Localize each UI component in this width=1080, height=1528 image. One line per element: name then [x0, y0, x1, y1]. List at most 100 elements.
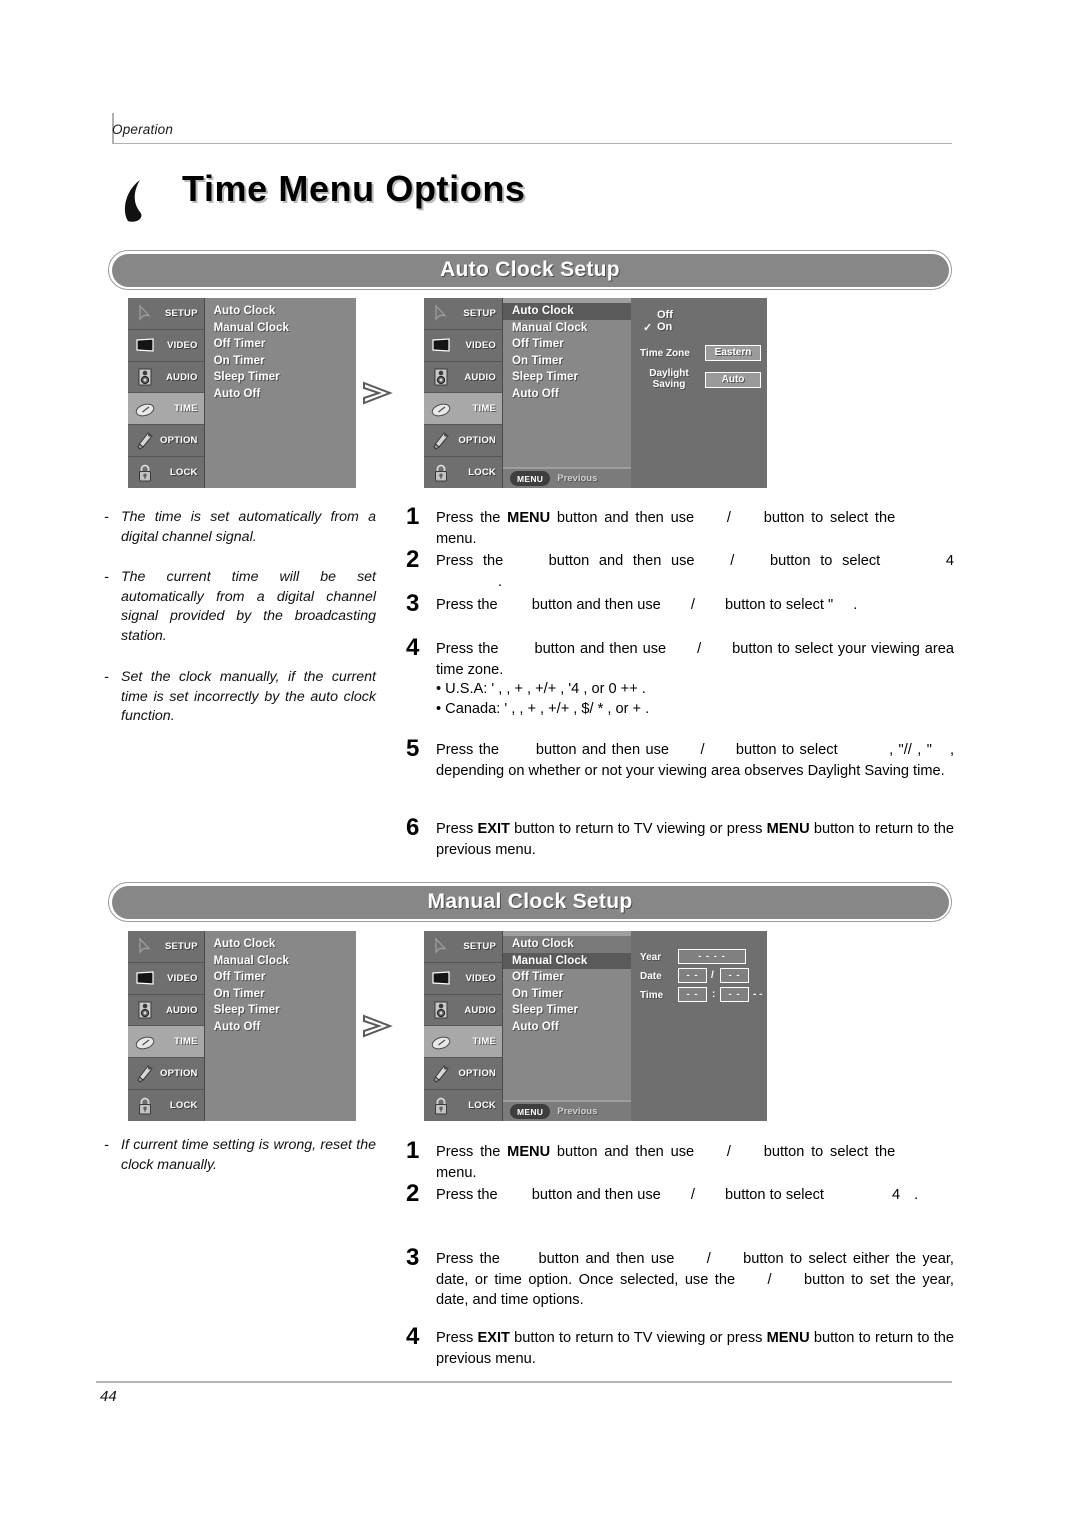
date-month-field[interactable]: - - — [678, 968, 707, 983]
osd-tab-lock[interactable]: LOCK — [128, 457, 204, 488]
osd-menu-item-on-timer[interactable]: On Timer — [503, 353, 631, 370]
osd-menu-item-auto-off[interactable]: Auto Off — [503, 1019, 631, 1036]
daylight-saving-value[interactable]: Auto — [705, 372, 761, 388]
auto-clock-option-on[interactable]: On — [657, 321, 672, 333]
running-head: Operation — [112, 122, 174, 137]
osd-menu-item-off-timer[interactable]: Off Timer — [205, 336, 356, 353]
menu-key-badge[interactable]: MENU — [510, 1104, 551, 1119]
speaker-icon — [430, 1000, 452, 1020]
osd-tab-label: OPTION — [160, 435, 198, 447]
step-item: 1 Press the MENU button and then use / bu… — [406, 503, 954, 549]
osd-menu-item-auto-clock[interactable]: Auto Clock — [205, 936, 356, 953]
osd-tab-lock[interactable]: LOCK — [424, 457, 502, 488]
osd-menu-item-off-timer[interactable]: Off Timer — [503, 969, 631, 986]
tv-screen-icon — [134, 968, 156, 988]
osd-tab-label: SETUP — [164, 307, 198, 319]
osd-manual-clock-detail: Year - - - - Date - - / - - Time - -: - - - - — [631, 931, 767, 1121]
osd-menu-item-auto-clock[interactable]: Auto Clock — [503, 936, 631, 953]
padlock-icon — [430, 1096, 452, 1116]
osd-menu-item-manual-clock[interactable]: Manual Clock — [205, 953, 356, 970]
osd-tab-setup[interactable]: SETUP — [424, 931, 502, 963]
chevron-right-icon — [363, 1014, 393, 1038]
tv-screen-icon — [134, 335, 156, 355]
osd-category-rail: SETUP VIDEO AUDIO TIME OPTION LOCK — [128, 931, 205, 1121]
time-minute-field[interactable]: - - — [720, 987, 749, 1002]
clock-oval-icon — [134, 399, 156, 419]
step-number: 1 — [406, 503, 420, 530]
osd-tab-time[interactable]: TIME — [424, 393, 502, 426]
osd-menu-item-sleep-timer[interactable]: Sleep Timer — [503, 1002, 631, 1019]
osd-menu-item-off-timer[interactable]: Off Timer — [205, 969, 356, 986]
page-title: Time Menu Options — [182, 168, 526, 209]
osd-tab-audio[interactable]: AUDIO — [424, 362, 502, 394]
osd-tab-lock[interactable]: LOCK — [424, 1090, 502, 1121]
cursor-arrow-icon — [134, 303, 156, 323]
note-item: - The time is set automatically from a d… — [104, 508, 376, 547]
osd-tab-lock[interactable]: LOCK — [128, 1090, 204, 1121]
year-field[interactable]: - - - - — [678, 949, 746, 964]
osd-menu-item-on-timer[interactable]: On Timer — [205, 986, 356, 1003]
menu-key-badge[interactable]: MENU — [510, 471, 551, 486]
step-item: 3 Press the button and then use / button … — [406, 592, 954, 616]
osd-menu-list: Auto Clock Manual Clock Off Timer On Timer S… — [503, 298, 631, 488]
osd-tab-video[interactable]: VIDEO — [128, 963, 204, 995]
osd-tab-time[interactable]: TIME — [424, 1026, 502, 1059]
osd-tab-setup[interactable]: SETUP — [128, 298, 204, 330]
osd-tab-option[interactable]: OPTION — [424, 425, 502, 458]
paintbrush-icon — [430, 431, 452, 451]
time-zone-value[interactable]: Eastern — [705, 345, 761, 361]
osd-tab-label: AUDIO — [464, 371, 496, 383]
osd-footer-action-label: Previous — [557, 1106, 598, 1117]
osd-menu-item-auto-off[interactable]: Auto Off — [503, 386, 631, 403]
osd-tab-video[interactable]: VIDEO — [424, 963, 502, 995]
step-key-name: MENU — [766, 821, 810, 837]
osd-tab-setup[interactable]: SETUP — [128, 931, 204, 963]
osd-tab-video[interactable]: VIDEO — [128, 330, 204, 362]
clock-oval-icon — [430, 399, 452, 419]
osd-menu-item-manual-clock[interactable]: Manual Clock — [503, 952, 631, 969]
osd-menu-item-off-timer[interactable]: Off Timer — [503, 336, 631, 353]
osd-tab-time[interactable]: TIME — [128, 393, 204, 426]
padlock-icon — [134, 463, 156, 483]
note-item: - If current time setting is wrong, rese… — [104, 1136, 376, 1175]
manual-page: Operation Time Menu Options Auto Clock S… — [0, 0, 1080, 1528]
osd-menu-item-on-timer[interactable]: On Timer — [503, 986, 631, 1003]
date-day-field[interactable]: - - — [720, 968, 749, 983]
osd-tab-option[interactable]: OPTION — [424, 1058, 502, 1091]
time-hour-field[interactable]: - - — [678, 987, 707, 1002]
step-item: 3 Press the button and then use / button … — [406, 1246, 954, 1311]
osd-tab-audio[interactable]: AUDIO — [128, 362, 204, 394]
osd-menu-item-on-timer[interactable]: On Timer — [205, 353, 356, 370]
osd-tab-time[interactable]: TIME — [128, 1026, 204, 1059]
osd-menu-item-sleep-timer[interactable]: Sleep Timer — [503, 369, 631, 386]
osd-menu-item-auto-off[interactable]: Auto Off — [205, 1019, 356, 1036]
step-text: Press the MENU button and then use / but… — [436, 1144, 902, 1181]
auto-clock-option-off[interactable]: Off — [657, 309, 673, 321]
note-text: If current time setting is wrong, reset … — [121, 1137, 376, 1173]
osd-menu-item-auto-off[interactable]: Auto Off — [205, 386, 356, 403]
osd-menu-item-auto-clock[interactable]: Auto Clock — [503, 303, 631, 320]
step-number: 4 — [406, 634, 420, 661]
osd-tab-audio[interactable]: AUDIO — [128, 995, 204, 1027]
osd-menu-item-manual-clock[interactable]: Manual Clock — [503, 320, 631, 337]
osd-tab-setup[interactable]: SETUP — [424, 298, 502, 330]
step-number: 6 — [406, 814, 420, 841]
osd-menu-item-manual-clock[interactable]: Manual Clock — [205, 320, 356, 337]
osd-tab-option[interactable]: OPTION — [128, 1058, 204, 1091]
osd-tab-label: TIME — [472, 403, 496, 415]
cursor-arrow-icon — [134, 936, 156, 956]
note-text: The current time will be set automatical… — [121, 569, 376, 644]
osd-tab-label: VIDEO — [167, 972, 198, 984]
osd-tab-video[interactable]: VIDEO — [424, 330, 502, 362]
note-dash: - — [104, 509, 109, 525]
osd-menu-item-sleep-timer[interactable]: Sleep Timer — [205, 369, 356, 386]
osd-menu-item-sleep-timer[interactable]: Sleep Timer — [205, 1002, 356, 1019]
padlock-icon — [134, 1096, 156, 1116]
checkmark-icon: ✓ — [643, 322, 653, 334]
header-rule — [112, 143, 952, 144]
osd-tab-label: SETUP — [463, 307, 496, 319]
osd-menu-item-auto-clock[interactable]: Auto Clock — [205, 303, 356, 320]
step-text: Press the button and then use / button t… — [436, 742, 954, 779]
osd-tab-audio[interactable]: AUDIO — [424, 995, 502, 1027]
osd-tab-option[interactable]: OPTION — [128, 425, 204, 458]
